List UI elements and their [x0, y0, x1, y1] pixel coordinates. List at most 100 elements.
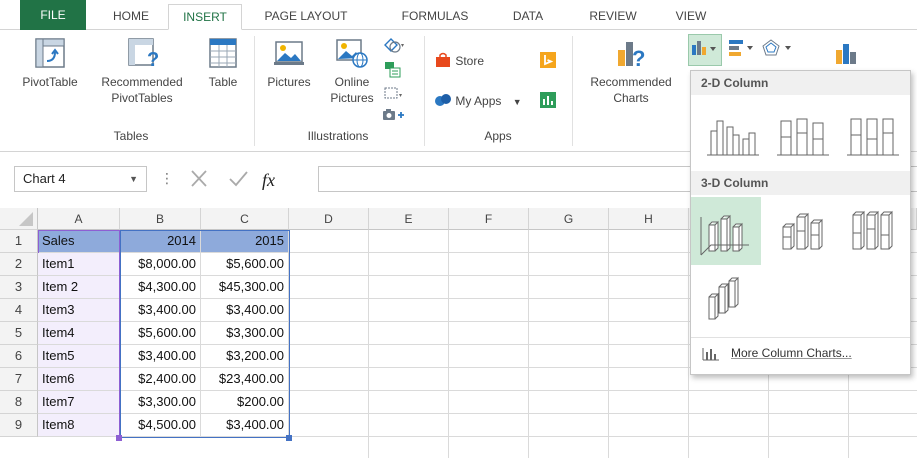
- tab-insert[interactable]: INSERT: [168, 4, 242, 30]
- my-apps-icon: [435, 94, 451, 106]
- clustered-column-icon: [707, 120, 759, 156]
- cell-a8[interactable]: Item7: [38, 391, 120, 414]
- store-button[interactable]: Store: [434, 52, 484, 70]
- cancel-icon[interactable]: [191, 170, 207, 187]
- 3d-stacked-column-option[interactable]: [767, 197, 835, 263]
- insert-bar-chart-button[interactable]: [727, 38, 759, 63]
- pivotchart-button[interactable]: [832, 38, 866, 71]
- range-highlight-a1: [38, 230, 120, 253]
- enter-check-icon[interactable]: [229, 171, 248, 187]
- camera-plus-icon: [383, 109, 404, 120]
- recommended-charts-button[interactable]: ? Recommended Charts: [578, 36, 684, 106]
- recommended-charts-label-2: Charts: [613, 91, 649, 105]
- recommended-pivottables-button[interactable]: ? Recommended PivotTables: [88, 36, 196, 106]
- my-apps-button[interactable]: My Apps ▼: [434, 92, 522, 111]
- stacked-column-option[interactable]: [767, 99, 835, 165]
- column-header-g[interactable]: G: [529, 208, 609, 230]
- shapes-button[interactable]: [382, 36, 406, 61]
- name-box-dropdown-icon[interactable]: ▼: [129, 167, 138, 191]
- insert-column-chart-button[interactable]: [688, 34, 722, 66]
- column-chart-gallery: 2-D Column 3-D Column More Column Charts…: [690, 70, 911, 375]
- tab-home[interactable]: HOME: [100, 4, 162, 30]
- recommended-pivottables-label-2: PivotTables: [111, 91, 173, 105]
- people-graph-button[interactable]: [540, 92, 556, 113]
- section-2d-column: 2-D Column: [691, 71, 910, 95]
- group-separator: [572, 36, 573, 146]
- online-pictures-icon: [336, 39, 368, 68]
- store-bag-icon: [436, 52, 450, 67]
- 100-stacked-column-option[interactable]: [837, 99, 905, 165]
- my-apps-dropdown-icon[interactable]: ▼: [513, 97, 522, 107]
- more-column-charts-link[interactable]: More Column Charts...: [691, 337, 910, 369]
- online-pictures-button[interactable]: Online Pictures: [322, 36, 382, 106]
- more-options-dots-icon[interactable]: ⋮: [160, 170, 174, 187]
- select-all-corner[interactable]: [0, 208, 38, 230]
- insert-radar-chart-button[interactable]: [761, 38, 795, 63]
- cell-a6[interactable]: Item5: [38, 345, 120, 368]
- row-header-9[interactable]: 9: [0, 414, 38, 437]
- row-header-5[interactable]: 5: [0, 322, 38, 345]
- recommended-charts-icon: ?: [618, 42, 645, 70]
- cell-a4[interactable]: Item3: [38, 299, 120, 322]
- add-screenshot-button[interactable]: [381, 106, 407, 127]
- pictures-button[interactable]: Pictures: [258, 36, 320, 90]
- pivotchart-icon: [836, 44, 856, 64]
- cell-a7[interactable]: Item6: [38, 368, 120, 391]
- row-header-6[interactable]: 6: [0, 345, 38, 368]
- name-box[interactable]: Chart 4 ▼: [14, 166, 147, 192]
- more-charts-icon: [702, 348, 719, 361]
- group-label-tables: Tables: [113, 129, 149, 143]
- tab-page-layout[interactable]: PAGE LAYOUT: [252, 4, 360, 30]
- tab-file[interactable]: FILE: [20, 0, 86, 30]
- 3d-percent-stacked-column-icon: [852, 210, 893, 250]
- radar-chart-icon: [762, 39, 791, 56]
- column-header-a[interactable]: A: [38, 208, 120, 230]
- cell-a3[interactable]: Item 2: [38, 276, 120, 299]
- pivottable-button[interactable]: PivotTable: [14, 36, 86, 90]
- smartart-button[interactable]: [382, 60, 404, 85]
- 3d-clustered-column-icon: [700, 214, 749, 256]
- column-header-c[interactable]: C: [201, 208, 289, 230]
- cell-a9[interactable]: Item8: [38, 414, 120, 437]
- row-header-2[interactable]: 2: [0, 253, 38, 276]
- 3d-clustered-column-option[interactable]: [691, 197, 761, 265]
- pictures-icon: [274, 41, 304, 65]
- screenshot-icon: [384, 87, 402, 99]
- table-button[interactable]: Table: [198, 36, 248, 90]
- row-header-8[interactable]: 8: [0, 391, 38, 414]
- cell-a2[interactable]: Item1: [38, 253, 120, 276]
- bing-maps-button[interactable]: [540, 52, 556, 73]
- column-header-h[interactable]: H: [609, 208, 689, 230]
- name-box-value: Chart 4: [23, 171, 66, 186]
- row-header-3[interactable]: 3: [0, 276, 38, 299]
- row-header-4[interactable]: 4: [0, 299, 38, 322]
- recommended-charts-label-1: Recommended: [590, 75, 672, 89]
- 3d-column-option[interactable]: [697, 267, 765, 333]
- svg-text:fx: fx: [262, 170, 275, 190]
- ribbon-tab-bar: FILE HOME INSERT PAGE LAYOUT FORMULAS DA…: [0, 0, 917, 30]
- people-graph-icon: [540, 92, 556, 108]
- 3d-stacked-column-icon: [782, 212, 823, 250]
- tab-view[interactable]: VIEW: [666, 4, 716, 30]
- smartart-icon: [385, 62, 401, 78]
- clustered-column-option[interactable]: [697, 99, 765, 165]
- range-handle[interactable]: [116, 435, 122, 441]
- tab-formulas[interactable]: FORMULAS: [388, 4, 482, 30]
- group-label-illustrations: Illustrations: [307, 129, 369, 143]
- tab-data[interactable]: DATA: [502, 4, 554, 30]
- tab-review[interactable]: REVIEW: [578, 4, 648, 30]
- column-header-b[interactable]: B: [120, 208, 201, 230]
- cell-a5[interactable]: Item4: [38, 322, 120, 345]
- 3d-100-stacked-column-option[interactable]: [837, 197, 905, 263]
- column-header-f[interactable]: F: [449, 208, 529, 230]
- row-header-7[interactable]: 7: [0, 368, 38, 391]
- row-header-1[interactable]: 1: [0, 230, 38, 253]
- range-handle[interactable]: [286, 435, 292, 441]
- column-chart-icon: [692, 41, 716, 55]
- pivottable-label: PivotTable: [22, 75, 78, 89]
- group-label-apps: Apps: [484, 129, 512, 143]
- column-header-e[interactable]: E: [369, 208, 449, 230]
- table-icon: [209, 38, 237, 68]
- insert-function-icon[interactable]: fx: [262, 170, 275, 190]
- column-header-d[interactable]: D: [289, 208, 369, 230]
